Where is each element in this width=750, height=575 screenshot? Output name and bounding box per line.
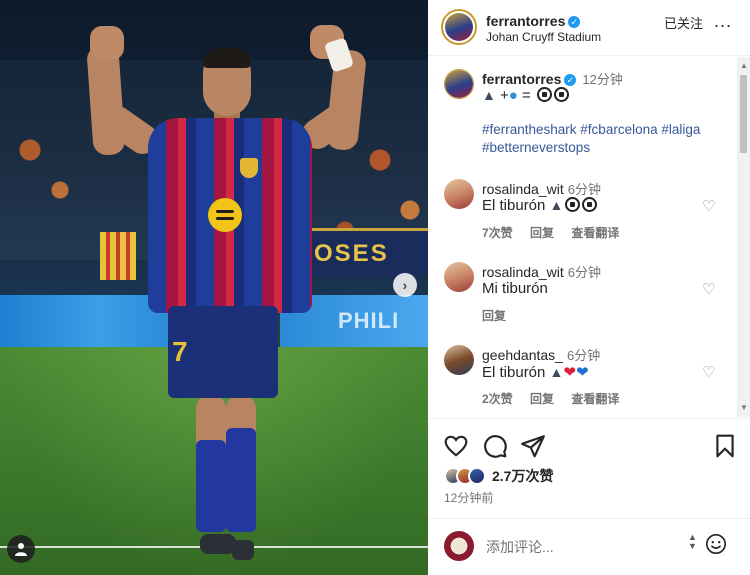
comment-input[interactable]: 添加评论...: [486, 537, 554, 557]
post-time-ago: 12分钟前: [444, 491, 494, 505]
soccer-ball-icon: [536, 87, 552, 102]
more-options-icon[interactable]: ...: [714, 11, 732, 32]
comment-time: 6分钟: [567, 265, 601, 280]
left-sock: [196, 440, 226, 532]
shark-emoji-icon: ▲: [482, 87, 496, 103]
shirt-number: 7: [172, 336, 188, 367]
verified-icon: ✓: [564, 74, 577, 86]
comment-time: 6分钟: [567, 182, 601, 197]
sponsor-logo: [208, 198, 242, 232]
caption-hashtags[interactable]: #ferrantheshark #fcbarcelona #laliga #be…: [482, 121, 732, 157]
comment-text: El tiburón ▲❤❤: [482, 364, 589, 381]
post-photo[interactable]: SOSES PHILI 7 ›: [0, 0, 428, 575]
player-figure: 7: [0, 0, 428, 575]
post-location[interactable]: Johan Cruyff Stadium: [486, 30, 601, 44]
tagged-users-button[interactable]: [7, 535, 35, 563]
comment-meta: 7次赞 回复 查看翻译: [482, 224, 633, 241]
post-actions: 2.7万次赞 12分钟前: [428, 418, 750, 518]
soccer-ball-icon: [565, 197, 581, 212]
caption-time: 12分钟: [582, 72, 623, 87]
comment-meta: 回复: [482, 307, 520, 324]
shark-emoji-icon: ▲: [549, 197, 564, 213]
comments-scrollbar[interactable]: ▲ ▼: [737, 57, 750, 417]
soccer-ball-icon: [582, 197, 598, 212]
comment-time: 6分钟: [566, 348, 601, 363]
droplet-emoji-icon: ●: [508, 87, 518, 104]
heart-icon[interactable]: ♡: [702, 363, 715, 381]
comment-bubble-icon[interactable]: [482, 433, 508, 459]
person-icon: [15, 543, 27, 556]
scrollbar-thumb[interactable]: [740, 75, 747, 153]
left-boot: [200, 534, 236, 554]
right-boot: [232, 540, 254, 560]
club-crest: [240, 158, 258, 178]
translate-button[interactable]: 查看翻译: [571, 226, 619, 240]
comment-meta: 2次赞 回复 查看翻译: [482, 390, 633, 407]
share-send-icon[interactable]: [520, 433, 546, 459]
blue-heart-icon: ❤: [575, 364, 589, 381]
commenter-avatar[interactable]: [444, 345, 474, 375]
comment-likes[interactable]: 7次赞: [482, 226, 513, 240]
right-sock: [226, 428, 256, 532]
likes-count[interactable]: 2.7万次赞: [492, 466, 553, 486]
author-avatar[interactable]: [441, 9, 477, 45]
reply-button[interactable]: 回复: [530, 392, 554, 406]
commenter-avatar[interactable]: [444, 179, 474, 209]
reply-button[interactable]: 回复: [530, 226, 554, 240]
red-heart-icon: ❤: [563, 364, 576, 381]
resize-stepper-icon[interactable]: ▲ ▼: [688, 533, 697, 551]
verified-icon: ✓: [568, 16, 581, 28]
shark-emoji-icon: ▲: [549, 364, 564, 380]
caption-avatar[interactable]: [444, 69, 474, 99]
heart-icon[interactable]: ♡: [702, 197, 715, 215]
bookmark-icon[interactable]: [712, 433, 738, 459]
hair: [203, 48, 251, 68]
likes-summary[interactable]: 2.7万次赞: [444, 465, 553, 487]
soccer-ball-icon: [553, 87, 569, 102]
comment-item: geehdantas_ 6分钟 El tiburón ▲❤❤ 2次赞 回复 查看翻…: [428, 343, 738, 417]
comment-likes[interactable]: 2次赞: [482, 392, 513, 406]
commenter-avatar[interactable]: [444, 262, 474, 292]
chevron-right-icon: ›: [402, 277, 408, 293]
left-fist: [90, 26, 124, 60]
scroll-up-icon[interactable]: ▲: [740, 61, 748, 70]
next-image-button[interactable]: ›: [393, 273, 417, 297]
heart-icon[interactable]: ♡: [702, 280, 715, 298]
emoji-icon[interactable]: [705, 533, 727, 555]
post-panel: ferrantorres ✓ Johan Cruyff Stadium 已关注 .…: [428, 0, 750, 575]
reply-button[interactable]: 回复: [482, 309, 506, 323]
translate-button[interactable]: 查看翻译: [571, 392, 619, 406]
like-heart-icon[interactable]: [443, 433, 469, 459]
author-username[interactable]: ferrantorres ✓: [486, 13, 581, 29]
scroll-down-icon[interactable]: ▼: [740, 403, 748, 412]
current-user-avatar: [444, 531, 474, 561]
caption-username[interactable]: ferrantorres ✓ 12分钟: [482, 69, 623, 88]
liker-avatar: [468, 467, 486, 485]
comment-item: rosalinda_wit 6分钟 El tiburón ▲ 7次赞 回复 查看翻…: [428, 177, 738, 257]
following-button[interactable]: 已关注: [664, 13, 703, 32]
caption-text: ▲ +● =: [482, 87, 569, 104]
commenter-username[interactable]: rosalinda_wit 6分钟: [482, 262, 601, 281]
post-header: ferrantorres ✓ Johan Cruyff Stadium 已关注 .…: [428, 0, 750, 56]
comment-item: rosalinda_wit 6分钟 Mi tiburón 回复 ♡: [428, 260, 738, 340]
comments-scroll-area[interactable]: ferrantorres ✓ 12分钟 ▲ +● = #ferrantheshark…: [428, 57, 750, 417]
commenter-username[interactable]: rosalinda_wit 6分钟: [482, 179, 601, 198]
commenter-username[interactable]: geehdantas_ 6分钟: [482, 345, 600, 364]
comment-text: Mi tiburón: [482, 280, 548, 297]
add-comment-bar: 添加评论... ▲ ▼: [428, 518, 750, 575]
comment-text: El tiburón ▲: [482, 197, 598, 214]
